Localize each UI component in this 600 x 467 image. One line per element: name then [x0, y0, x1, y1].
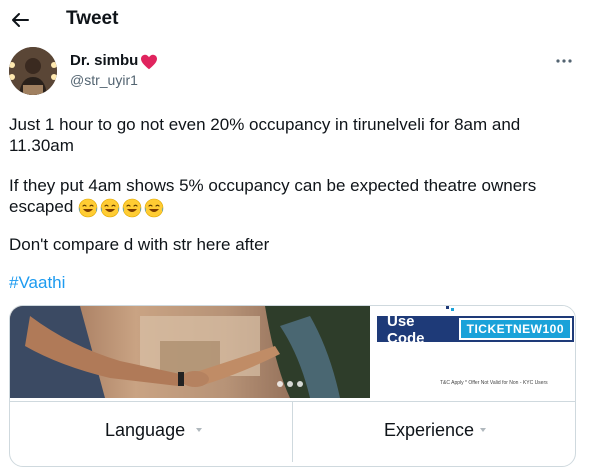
emoji-group [78, 198, 164, 218]
tweet-paragraph: Don't compare d with str here after [9, 235, 270, 254]
caret-down-icon [480, 428, 486, 432]
promo-code-box: Use Code TICKETNEW100 [377, 313, 574, 347]
tweet-paragraph: Just 1 hour to go not even 20% occupancy… [9, 115, 521, 155]
arrow-left-icon[interactable] [8, 8, 32, 32]
page-title: Tweet [66, 8, 119, 29]
caret-down-icon [196, 428, 202, 432]
promo-fineprint: T&C Apply * Offer Not Valid for Non - KY… [440, 380, 548, 386]
promo-label: Use Code [379, 313, 459, 347]
hashtag-link[interactable]: #Vaathi [9, 273, 65, 293]
more-horizontal-icon[interactable] [555, 55, 573, 67]
promo-area: Use Code TICKETNEW100 T&C Apply * Offer … [370, 306, 575, 398]
dots-icon [446, 306, 454, 311]
link-card[interactable]: Use Code TICKETNEW100 T&C Apply * Offer … [9, 305, 576, 467]
face-with-tears-of-joy-icon [144, 198, 164, 217]
card-banner[interactable]: Use Code TICKETNEW100 T&C Apply * Offer … [10, 306, 575, 398]
face-with-tears-of-joy-icon [100, 198, 120, 217]
promo-code: TICKETNEW100 [460, 320, 570, 338]
banner-photo [10, 306, 370, 398]
experience-button[interactable]: Experience [292, 402, 575, 462]
face-with-tears-of-joy-icon [122, 198, 142, 217]
tweet-paragraph: If they put 4am shows 5% occupancy can b… [9, 175, 584, 218]
avatar[interactable] [9, 47, 57, 95]
face-with-tears-of-joy-icon [78, 198, 98, 217]
experience-label: Experience [384, 420, 475, 440]
tweet-header: Tweet [0, 0, 600, 42]
author-handle[interactable]: @str_uyir1 [70, 72, 138, 88]
red-heart-icon [141, 54, 157, 70]
avatar-photo [9, 47, 57, 95]
author-display-name[interactable]: Dr. simbu [70, 52, 138, 69]
language-button[interactable]: Language [10, 402, 292, 462]
language-label: Language [105, 420, 186, 440]
card-action-row: Language Experience [10, 401, 575, 462]
